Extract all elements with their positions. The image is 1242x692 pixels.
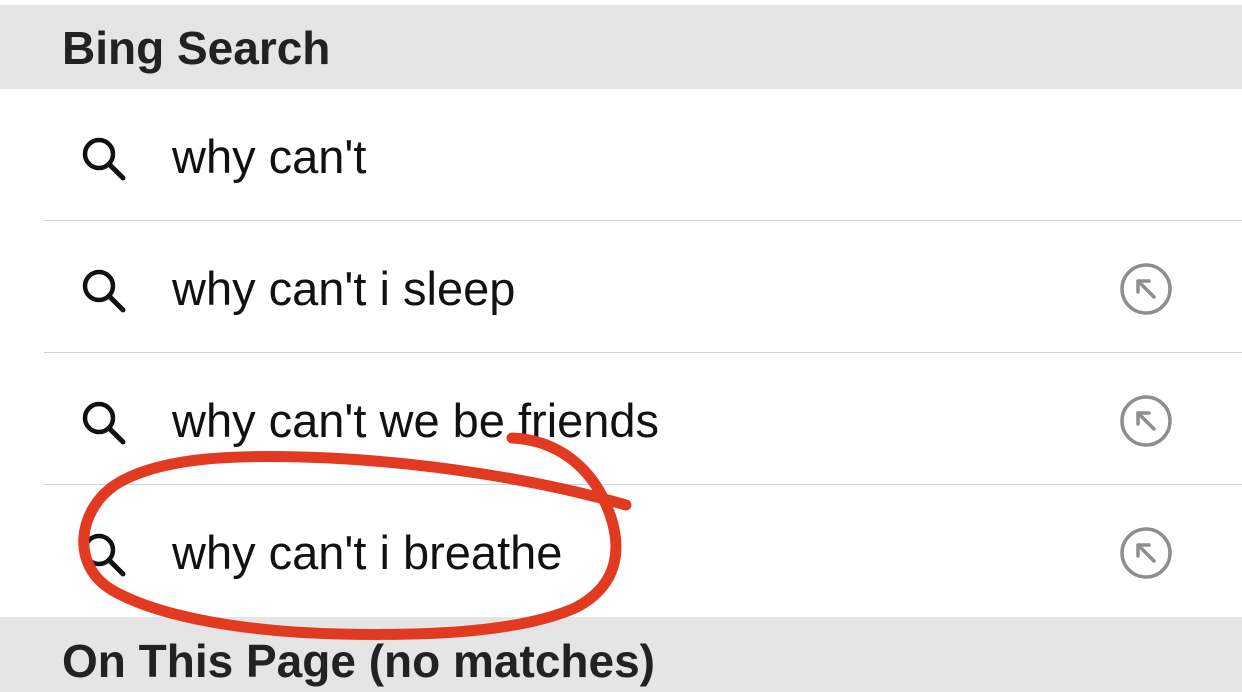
suggestion-row-why-cant-we-be-friends[interactable]: why can't we be friends <box>0 353 1242 485</box>
suggestion-label: why can't i sleep <box>172 262 516 315</box>
suggestion-row-why-cant-i-breathe[interactable]: why can't i breathe <box>0 485 1242 617</box>
bing-search-header-label: Bing Search <box>62 22 331 74</box>
suggestion-label: why can't i breathe <box>172 526 563 579</box>
search-icon <box>82 269 126 313</box>
suggestion-row-why-cant[interactable]: why can't <box>0 89 1242 221</box>
search-icon <box>82 137 126 181</box>
on-this-page-section-header: On This Page (no matches) <box>0 617 1242 692</box>
on-this-page-header-label: On This Page (no matches) <box>62 635 655 687</box>
arrow-up-left-circle-icon[interactable] <box>1118 525 1174 581</box>
search-suggestions-screen: Bing Search why can't why can't i sleep … <box>0 0 1242 692</box>
search-icon <box>82 533 126 577</box>
search-icon <box>82 401 126 445</box>
suggestion-label: why can't we be friends <box>172 394 660 447</box>
suggestion-label: why can't <box>172 130 367 183</box>
arrow-up-left-circle-icon[interactable] <box>1118 261 1174 317</box>
bing-search-section-header: Bing Search <box>0 5 1242 89</box>
suggestion-row-why-cant-i-sleep[interactable]: why can't i sleep <box>0 221 1242 353</box>
arrow-up-left-circle-icon[interactable] <box>1118 393 1174 449</box>
